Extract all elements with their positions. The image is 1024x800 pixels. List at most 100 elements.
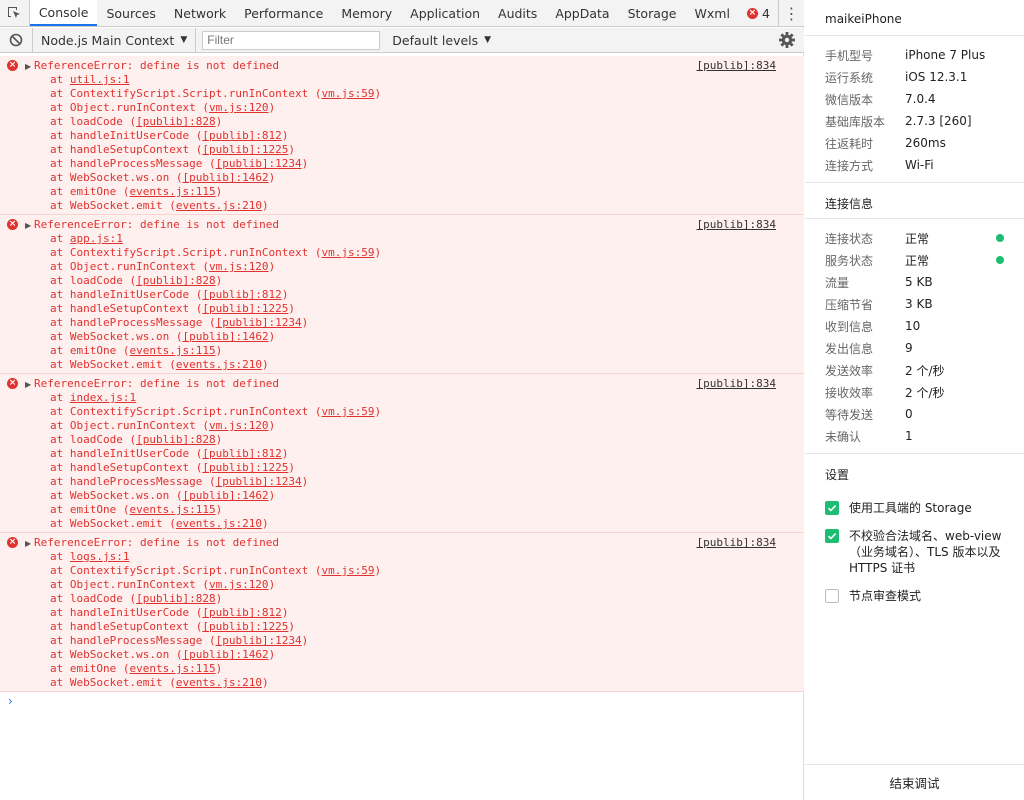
more-options-icon[interactable]: ⋮ (777, 0, 804, 26)
levels-select[interactable]: Default levels ▼ (392, 33, 491, 48)
stack-frame-link[interactable]: [publib]:1225 (202, 302, 288, 315)
stack-frame-link[interactable]: [publib]:1234 (216, 475, 302, 488)
tab-storage[interactable]: Storage (619, 0, 686, 26)
stack-frame-link[interactable]: vm.js:59 (322, 246, 375, 259)
stack-frame-link[interactable]: [publib]:812 (202, 447, 281, 460)
stack-frame-link[interactable]: vm.js:120 (209, 101, 269, 114)
stack-frame-link[interactable]: [publib]:828 (136, 274, 215, 287)
console-error-message[interactable]: × ▶ ReferenceError: define is not defined [… (0, 533, 804, 692)
tab-audits[interactable]: Audits (489, 0, 546, 26)
status-ok-icon (996, 234, 1004, 242)
stack-frame-link[interactable]: events.js:115 (129, 185, 215, 198)
setting-row[interactable]: 节点审查模式 (805, 588, 1024, 604)
info-key: 连接方式 (825, 158, 874, 173)
stack-frame-fn: at handleInitUserCode (50, 129, 196, 142)
stack-frame-link[interactable]: [publib]:1462 (182, 489, 268, 502)
tab-appdata[interactable]: AppData (546, 0, 618, 26)
stack-frame-link[interactable]: events.js:115 (129, 344, 215, 357)
stack-frame-link[interactable]: vm.js:120 (209, 578, 269, 591)
stack-frame-link[interactable]: events.js:210 (176, 358, 262, 371)
stack-frame-link[interactable]: [publib]:1234 (216, 634, 302, 647)
error-icon: × (7, 378, 18, 389)
stack-frame-link[interactable]: util.js:1 (70, 73, 130, 86)
context-select[interactable]: Node.js Main Context ▼ (32, 28, 197, 52)
info-key: 流量 (825, 275, 850, 290)
info-row: 发送效率 2 个/秒 (805, 359, 1024, 381)
tab-memory[interactable]: Memory (332, 0, 401, 26)
checkbox-icon[interactable] (825, 529, 839, 543)
source-link[interactable]: [publib]:834 (697, 536, 776, 550)
stack-frame-fn: at handleProcessMessage (50, 475, 209, 488)
stack-frame: at ContextifyScript.Script.runInContext … (50, 405, 382, 418)
stack-frame-link[interactable]: [publib]:1234 (216, 316, 302, 329)
stack-frame-link[interactable]: events.js:210 (176, 676, 262, 689)
setting-row[interactable]: 不校验合法域名、web-view（业务域名）、TLS 版本以及 HTTPS 证书 (805, 528, 1024, 576)
filter-input[interactable] (202, 30, 381, 50)
tab-sources[interactable]: Sources (97, 0, 164, 26)
stack-frame-link[interactable]: [publib]:1225 (202, 461, 288, 474)
stack-frame-link[interactable]: [publib]:812 (202, 606, 281, 619)
source-link[interactable]: [publib]:834 (697, 377, 776, 391)
stack-frame-link[interactable]: app.js:1 (70, 232, 123, 245)
stack-frame-link[interactable]: logs.js:1 (70, 550, 130, 563)
stack-frame-link[interactable]: [publib]:828 (136, 433, 215, 446)
stack-frame-link[interactable]: [publib]:1225 (202, 620, 288, 633)
expand-triangle-icon[interactable]: ▶ (25, 60, 31, 74)
error-counter[interactable]: × 4 (739, 0, 778, 26)
stack-frame-link[interactable]: [publib]:1225 (202, 143, 288, 156)
stack-frame-link[interactable]: events.js:210 (176, 517, 262, 530)
stack-frame: at WebSocket.ws.on ([publib]:1462) (50, 648, 276, 661)
stack-frame: at emitOne (events.js:115) (50, 662, 223, 675)
stack-frame: at WebSocket.emit (events.js:210) (50, 676, 269, 689)
tab-performance[interactable]: Performance (235, 0, 332, 26)
checkbox-icon[interactable] (825, 589, 839, 603)
stack-frame-link[interactable]: index.js:1 (70, 391, 136, 404)
stack-frame-link[interactable]: [publib]:812 (202, 288, 281, 301)
stack-frame-link[interactable]: vm.js:59 (322, 564, 375, 577)
source-link[interactable]: [publib]:834 (697, 218, 776, 232)
status-ok-icon (996, 256, 1004, 264)
tab-wxml[interactable]: Wxml (686, 0, 739, 26)
stack-frame-link[interactable]: [publib]:1462 (182, 330, 268, 343)
expand-triangle-icon[interactable]: ▶ (25, 219, 31, 233)
stack-frame-link[interactable]: [publib]:1234 (216, 157, 302, 170)
stack-frame: at handleInitUserCode ([publib]:812) (50, 288, 289, 301)
stack-frame-link[interactable]: vm.js:59 (322, 87, 375, 100)
tab-network[interactable]: Network (165, 0, 235, 26)
clear-console-icon[interactable] (0, 28, 32, 52)
stack-frame: at handleSetupContext ([publib]:1225) (50, 302, 296, 315)
error-text: ReferenceError: define is not defined (34, 59, 280, 72)
tab-application[interactable]: Application (401, 0, 489, 26)
stack-frame-link[interactable]: [publib]:812 (202, 129, 281, 142)
stack-frame-link[interactable]: [publib]:828 (136, 115, 215, 128)
expand-triangle-icon[interactable]: ▶ (25, 378, 31, 392)
stack-frame-link[interactable]: events.js:115 (129, 662, 215, 675)
source-link[interactable]: [publib]:834 (697, 59, 776, 73)
stack-frame-link[interactable]: vm.js:59 (322, 405, 375, 418)
stack-frame-fn: at (50, 232, 70, 245)
console-prompt-icon[interactable]: › (8, 694, 13, 708)
settings-title: 设置 (825, 468, 850, 482)
console-error-message[interactable]: × ▶ ReferenceError: define is not defined [… (0, 56, 804, 215)
expand-triangle-icon[interactable]: ▶ (25, 537, 31, 551)
console-error-message[interactable]: × ▶ ReferenceError: define is not defined [… (0, 215, 804, 374)
stack-frame-link[interactable]: events.js:115 (129, 503, 215, 516)
stack-frame-link[interactable]: vm.js:120 (209, 419, 269, 432)
setting-row[interactable]: 使用工具端的 Storage (805, 500, 1024, 516)
stack-frame: at handleSetupContext ([publib]:1225) (50, 143, 296, 156)
stack-frame-link[interactable]: events.js:210 (176, 199, 262, 212)
stack-frame: at WebSocket.ws.on ([publib]:1462) (50, 171, 276, 184)
info-row: 往返耗时 260ms (805, 132, 1024, 154)
settings-gear-icon[interactable] (778, 31, 796, 49)
checkbox-icon[interactable] (825, 501, 839, 515)
inspect-element-icon[interactable] (0, 0, 30, 26)
tab-console[interactable]: Console (29, 0, 98, 26)
tab-list: Console Sources Network Performance Memory Ap… (29, 0, 739, 26)
console-error-message[interactable]: × ▶ ReferenceError: define is not defined [… (0, 374, 804, 533)
stack-frame-link[interactable]: [publib]:828 (136, 592, 215, 605)
stack-frame-fn: at ContextifyScript.Script.runInContext (50, 246, 315, 259)
stack-frame-link[interactable]: [publib]:1462 (182, 648, 268, 661)
stack-frame-link[interactable]: [publib]:1462 (182, 171, 268, 184)
end-debug-button[interactable]: 结束调试 (805, 764, 1024, 800)
stack-frame-link[interactable]: vm.js:120 (209, 260, 269, 273)
